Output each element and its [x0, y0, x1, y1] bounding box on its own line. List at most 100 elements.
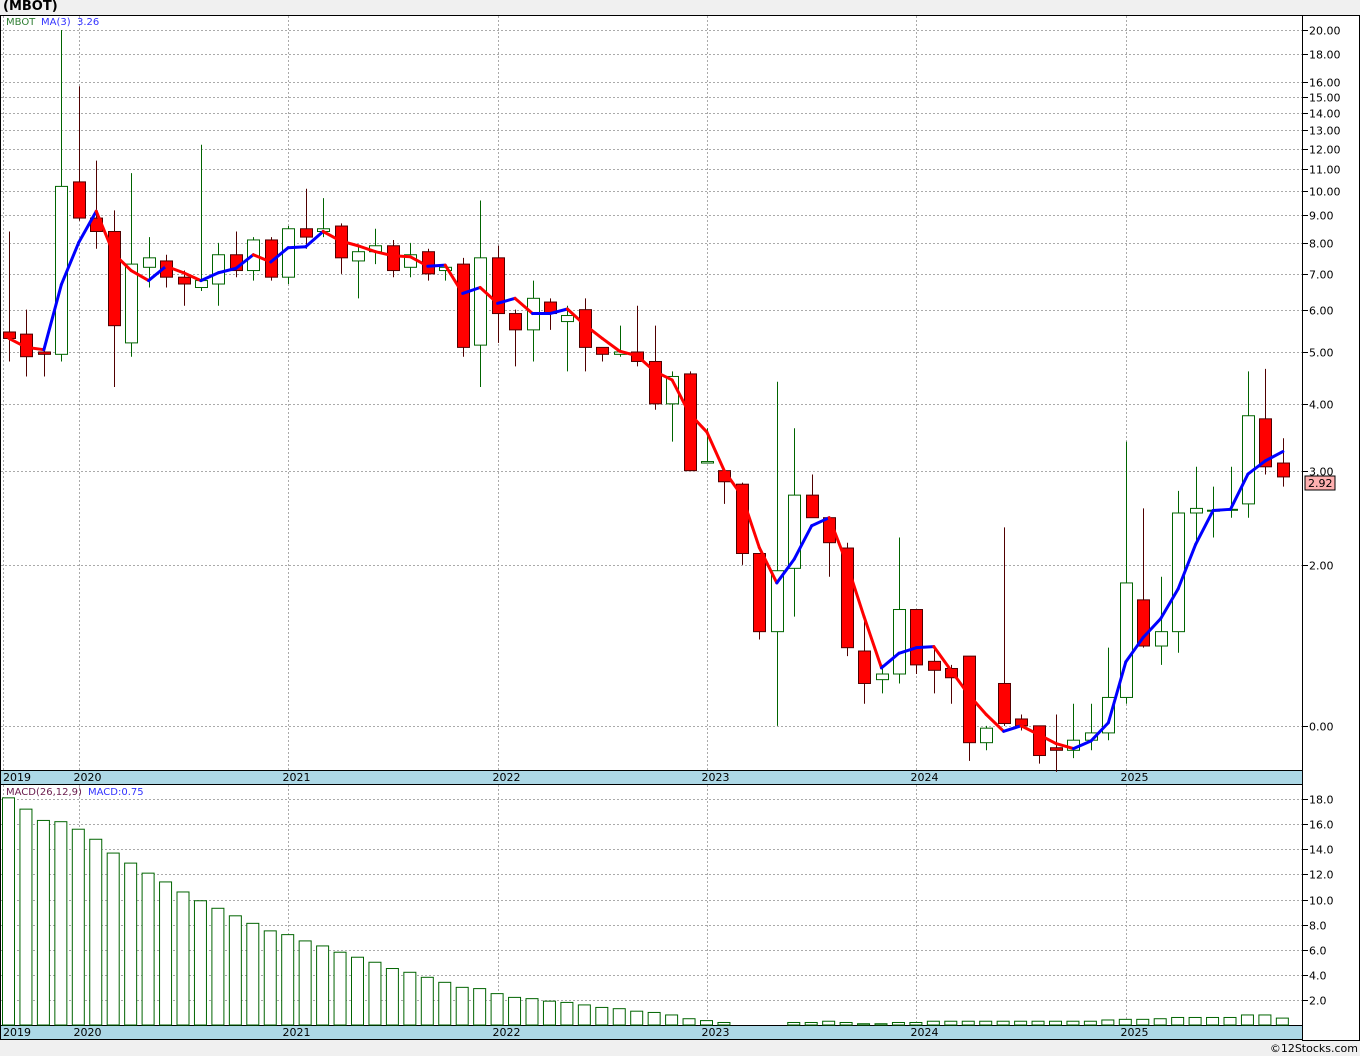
candle-down — [1033, 725, 1046, 757]
date-label: 2020 — [74, 1026, 102, 1039]
macd-bar — [490, 993, 504, 1026]
macd-bar — [822, 1020, 836, 1026]
candle-up — [561, 315, 574, 323]
macd-bar — [857, 1023, 871, 1026]
ma-segment — [914, 645, 936, 650]
price-tick-label: 8.00 — [1309, 238, 1334, 251]
macd-bar — [1171, 1016, 1185, 1026]
legend-symbol: MBOT — [6, 17, 36, 28]
macd-bar — [525, 998, 539, 1026]
macd-bar — [193, 900, 207, 1026]
macd-bar — [211, 907, 225, 1026]
candle-down — [300, 228, 313, 238]
date-label: 2025 — [1121, 771, 1149, 784]
candle-down — [806, 494, 819, 519]
macd-tick-label: 6.0 — [1309, 945, 1327, 958]
candle-up — [876, 673, 889, 681]
macd-bar — [246, 922, 260, 1026]
macd-bar — [1083, 1020, 1097, 1026]
macd-bar — [19, 808, 33, 1026]
macd-bar — [455, 986, 469, 1026]
macd-bar — [926, 1020, 940, 1026]
macd-bar — [316, 945, 330, 1026]
date-label: 2023 — [702, 1026, 730, 1039]
last-price-badge: 2.92 — [1304, 475, 1336, 491]
candle-up — [1172, 512, 1185, 633]
macd-bar — [508, 996, 522, 1026]
candle-up — [352, 251, 365, 262]
price-tick-label: 11.00 — [1309, 164, 1341, 177]
macd-bar — [36, 819, 50, 1026]
date-label: 2024 — [911, 1026, 939, 1039]
macd-bar — [141, 872, 155, 1026]
macd-bar — [630, 1010, 644, 1026]
price-tick-label: 5.00 — [1309, 347, 1334, 360]
candle-up — [1190, 507, 1203, 514]
macd-bar — [1188, 1016, 1202, 1026]
macd-bar — [2, 797, 15, 1026]
last-price-label: 2.92 — [1308, 477, 1333, 490]
candle-up — [1120, 582, 1133, 698]
macd-bar — [1136, 1018, 1150, 1026]
macd-bar — [1275, 1017, 1289, 1026]
candle-up — [143, 257, 156, 268]
candle-up — [212, 254, 225, 285]
candle-down — [1277, 462, 1290, 478]
macd-bar — [1153, 1018, 1167, 1026]
macd-bar — [298, 940, 312, 1026]
macd-bar — [839, 1021, 853, 1026]
macd-bar — [1258, 1014, 1272, 1026]
macd-tick-label: 14.0 — [1309, 844, 1334, 857]
candle-down — [457, 263, 470, 348]
macd-bar — [874, 1023, 888, 1026]
macd-bar — [176, 891, 190, 1026]
macd-bar — [944, 1020, 958, 1026]
macd-tick-label: 18.0 — [1309, 794, 1334, 807]
price-tick-label: 20.00 — [1309, 25, 1341, 38]
macd-bar — [281, 934, 295, 1026]
price-tick-label: 6.00 — [1309, 305, 1334, 318]
macd-bar — [717, 1021, 731, 1026]
ma-segment — [1211, 507, 1232, 513]
macd-bar — [542, 1000, 556, 1026]
date-label: 2023 — [702, 771, 730, 784]
candle-down — [1050, 747, 1063, 751]
macd-bar — [228, 915, 242, 1026]
legend-ma-label: MA(3) — [41, 17, 71, 28]
macd-bar — [577, 1004, 591, 1026]
macd-bar — [385, 968, 399, 1026]
macd-bar — [891, 1021, 905, 1026]
candle-up — [125, 263, 138, 344]
ma-segment — [426, 263, 447, 268]
price-tick-label: 16.00 — [1309, 77, 1341, 90]
price-tick-label: 7.00 — [1309, 269, 1334, 282]
macd-bar — [1118, 1018, 1132, 1026]
macd-bar — [1031, 1020, 1045, 1026]
macd-bar — [996, 1020, 1010, 1026]
ma-segment — [286, 245, 308, 250]
macd-bar — [1206, 1016, 1220, 1026]
price-tick-label: 12.00 — [1309, 144, 1341, 157]
macd-tick-label: 10.0 — [1309, 895, 1334, 908]
macd-bar — [159, 881, 173, 1026]
price-tick-label: 0.00 — [1309, 721, 1334, 734]
date-band-top — [0, 770, 1303, 785]
macd-bar — [700, 1020, 713, 1026]
macd-bar — [420, 976, 434, 1026]
price-tick-label: 10.00 — [1309, 186, 1341, 199]
macd-bar — [1014, 1020, 1028, 1026]
macd-bar — [787, 1021, 801, 1026]
macd-bar — [647, 1011, 661, 1026]
macd-bar — [263, 930, 277, 1026]
macd-bar — [1066, 1020, 1080, 1026]
price-tick-label: 18.00 — [1309, 49, 1341, 62]
macd-bar — [71, 828, 85, 1026]
candle-down — [509, 313, 522, 331]
legend-macd-label: MACD(26,12,9) — [6, 787, 82, 798]
candle-up — [893, 609, 906, 675]
candle-down — [387, 245, 400, 272]
date-label: 2019 — [3, 771, 31, 784]
macd-bar — [909, 1021, 923, 1026]
date-label: 2021 — [283, 1026, 311, 1039]
candle-down — [928, 660, 941, 671]
